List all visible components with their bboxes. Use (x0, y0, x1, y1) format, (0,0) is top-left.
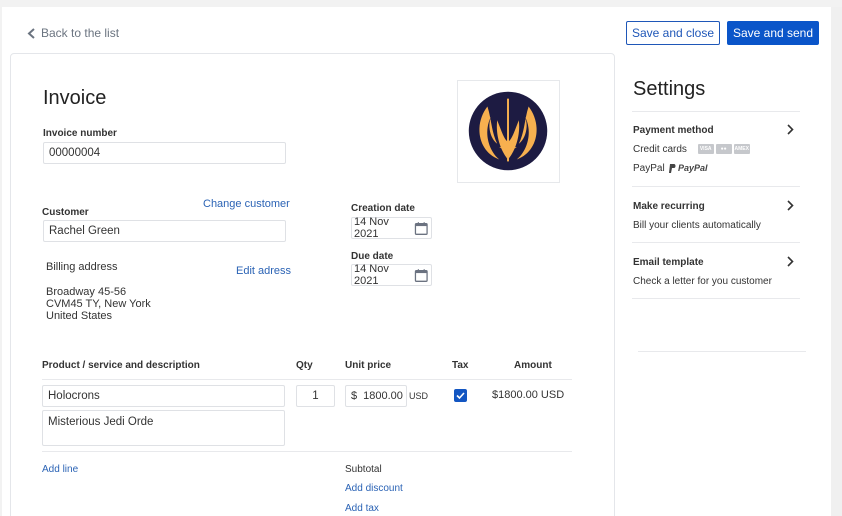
back-label: Back to the list (41, 26, 120, 40)
settings-divider (632, 111, 800, 112)
calendar-icon[interactable] (414, 221, 429, 236)
table-header-divider (42, 379, 572, 380)
email-template-description: Check a letter for you customer (633, 276, 772, 287)
tax-checkbox[interactable] (454, 389, 467, 402)
address-line-3: United States (46, 310, 113, 322)
settings-title: Settings (633, 78, 706, 100)
paypal-label: PayPal (633, 163, 665, 174)
paypal-icon (669, 163, 676, 173)
settings-divider (632, 242, 800, 243)
unit-price-currency: USD (409, 391, 429, 401)
invoice-number-label: Invoice number (43, 128, 117, 139)
credit-cards-label: Credit cards (633, 144, 687, 155)
subtotal-label: Subtotal (345, 464, 382, 475)
line-amount: $1800.00 USD (492, 389, 565, 401)
due-date-label: Due date (351, 251, 394, 262)
add-tax-link[interactable]: Add tax (345, 503, 379, 514)
page-scrollbar[interactable] (831, 7, 842, 516)
add-line-link[interactable]: Add line (42, 464, 78, 475)
company-logo[interactable] (457, 80, 560, 183)
chevron-left-icon (27, 27, 35, 39)
creation-date-label: Creation date (351, 203, 415, 214)
visa-icon: VISA (697, 144, 714, 155)
amex-icon: AMEX (733, 144, 750, 155)
table-footer-divider (42, 451, 572, 452)
payment-method-label[interactable]: Payment method (633, 125, 714, 136)
save-and-send-button[interactable]: Save and send (727, 21, 819, 45)
chevron-right-icon[interactable] (786, 124, 794, 135)
customer-label: Customer (42, 207, 89, 218)
email-template-label[interactable]: Email template (633, 257, 704, 268)
column-header-unit-price: Unit price (345, 360, 392, 371)
column-header-qty: Qty (296, 360, 313, 371)
checkmark-icon (456, 392, 465, 400)
column-header-product: Product / service and description (42, 360, 200, 371)
credit-cards-option: Credit cards VISA ●● AMEX (633, 144, 750, 155)
settings-divider (632, 186, 800, 187)
column-header-amount: Amount (514, 360, 552, 371)
mastercard-icon: ●● (715, 144, 732, 155)
address-line-1: Broadway 45-56 (46, 286, 127, 298)
paypal-logo: PayPal (669, 163, 708, 173)
make-recurring-label[interactable]: Make recurring (633, 201, 705, 212)
billing-address-label: Billing address (46, 261, 118, 273)
address-line-2: CVM45 TY, New York (46, 298, 151, 310)
creation-date-input[interactable]: 14 Nov 2021 (351, 216, 432, 240)
calendar-icon[interactable] (414, 268, 429, 283)
settings-divider (632, 298, 800, 299)
customer-input[interactable]: Rachel Green (43, 220, 286, 242)
column-header-tax: Tax (452, 360, 469, 371)
due-date-input[interactable]: 14 Nov 2021 (351, 263, 432, 287)
add-discount-link[interactable]: Add discount (345, 483, 403, 494)
change-customer-link[interactable]: Change customer (203, 198, 290, 210)
creation-date-value: 14 Nov 2021 (354, 216, 389, 240)
settings-bottom-divider (638, 351, 806, 352)
edit-address-link[interactable]: Edit adress (236, 265, 291, 277)
product-description-input[interactable]: Misterious Jedi Orde (42, 410, 285, 446)
unit-price-value: 1800.00 (363, 390, 403, 402)
product-name-input[interactable]: Holocrons (42, 385, 285, 407)
back-to-list-link[interactable]: Back to the list (27, 26, 119, 40)
invoice-number-input[interactable]: 00000004 (43, 142, 286, 164)
chevron-right-icon[interactable] (786, 256, 794, 267)
currency-symbol: $ (351, 390, 358, 402)
qty-input[interactable]: 1 (296, 385, 335, 407)
unit-price-input[interactable]: $ 1800.00 (345, 385, 407, 407)
save-and-close-button[interactable]: Save and close (626, 21, 720, 45)
make-recurring-description: Bill your clients automatically (633, 220, 761, 231)
due-date-value: 14 Nov 2021 (354, 263, 389, 287)
jedi-emblem-icon (468, 91, 548, 171)
invoice-title: Invoice (43, 87, 107, 109)
chevron-right-icon[interactable] (786, 200, 794, 211)
